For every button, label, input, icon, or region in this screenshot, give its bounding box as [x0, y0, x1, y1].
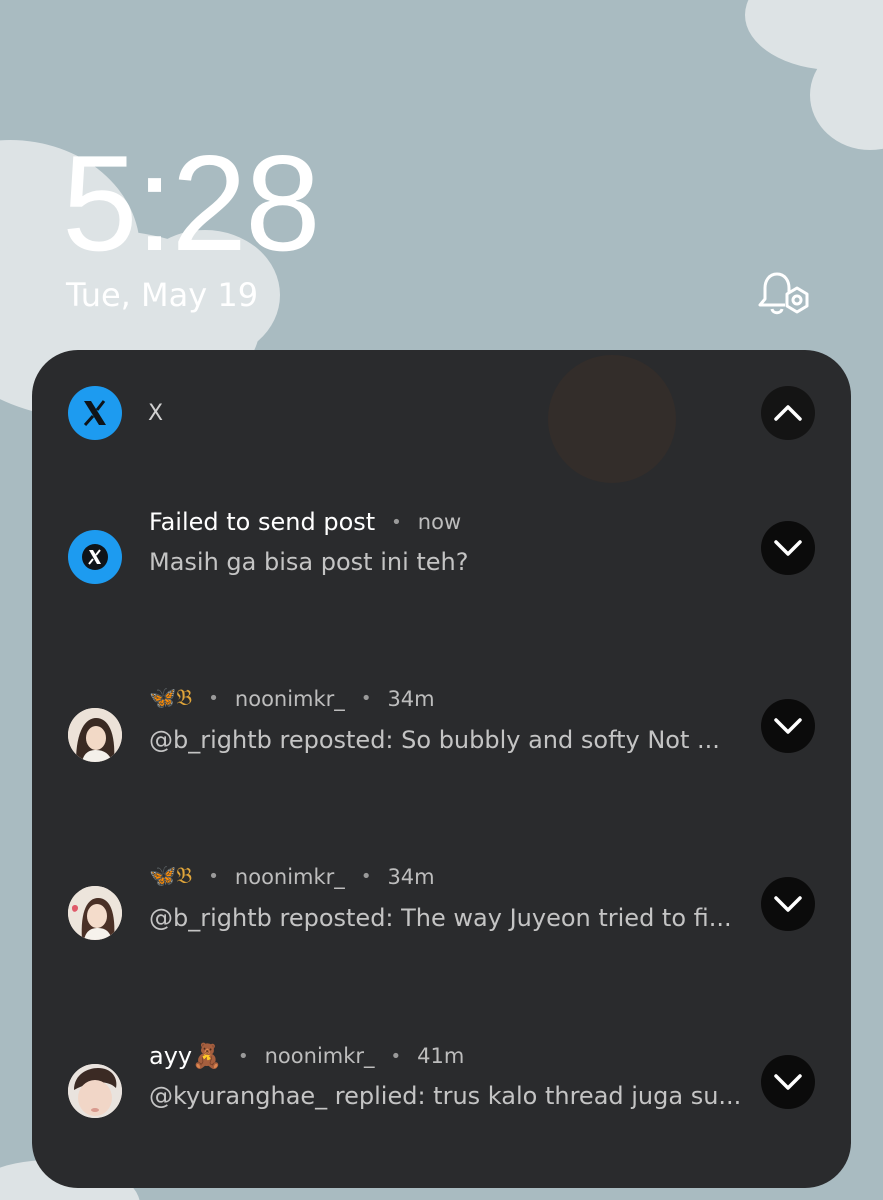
sender-name: 🦋𝔅	[149, 686, 193, 711]
notification-time: 34m	[387, 864, 435, 889]
sender-name: 🦋𝔅	[149, 864, 193, 889]
x-logo-icon	[82, 544, 108, 570]
notification-title: Failed to send post	[149, 508, 376, 536]
notification-body: Masih ga bisa post ini teh?	[149, 548, 469, 576]
app-name: X	[148, 400, 164, 426]
account-handle: noonimkr_	[264, 1044, 375, 1068]
notification-header: ayy🧸 • noonimkr_ • 41m	[149, 1042, 464, 1070]
notification-body: @b_rightb reposted: So bubbly and softy …	[149, 726, 720, 754]
user-avatar	[68, 886, 122, 940]
notification-item[interactable]: ayy🧸 • noonimkr_ • 41m @kyuranghae_ repl…	[68, 1042, 808, 1122]
user-avatar	[68, 708, 122, 762]
separator-dot: •	[238, 1045, 249, 1067]
background-shadow	[548, 355, 676, 483]
separator-dot: •	[391, 511, 402, 533]
chevron-down-icon	[774, 1074, 802, 1090]
separator-dot: •	[360, 688, 372, 709]
expand-notification-button[interactable]	[761, 1055, 815, 1109]
lockscreen-date: Tue, May 19	[66, 276, 259, 314]
notification-group-header[interactable]: X	[68, 386, 164, 440]
separator-dot: •	[390, 1045, 402, 1067]
chevron-down-icon	[774, 896, 802, 912]
separator-dot: •	[208, 866, 219, 887]
collapse-group-button[interactable]	[761, 386, 815, 440]
account-handle: noonimkr_	[234, 864, 345, 889]
separator-dot: •	[208, 688, 219, 709]
separator-dot: •	[360, 866, 372, 887]
account-handle: noonimkr_	[234, 686, 345, 711]
notification-time: 34m	[387, 686, 435, 711]
notification-item[interactable]: Failed to send post • now Masih ga bisa …	[68, 508, 808, 588]
notification-body: @kyuranghae_ replied: trus kalo thread j…	[149, 1082, 742, 1110]
user-avatar	[68, 1064, 122, 1118]
expand-notification-button[interactable]	[761, 699, 815, 753]
notification-item[interactable]: 🦋𝔅 • noonimkr_ • 34m @b_rightb reposted:…	[68, 686, 808, 766]
chevron-down-icon	[774, 718, 802, 734]
x-app-avatar	[68, 530, 122, 584]
notification-time: 41m	[417, 1044, 465, 1068]
notification-item[interactable]: 🦋𝔅 • noonimkr_ • 34m @b_rightb reposted:…	[68, 864, 808, 944]
expand-notification-button[interactable]	[761, 521, 815, 575]
notification-group-x[interactable]: X Failed to send post • now Masih ga bis…	[32, 350, 851, 1188]
notification-header: 🦋𝔅 • noonimkr_ • 34m	[149, 864, 435, 889]
chevron-down-icon	[774, 540, 802, 556]
x-logo-icon	[68, 386, 122, 440]
notification-header: 🦋𝔅 • noonimkr_ • 34m	[149, 686, 435, 711]
lockscreen-clock: 5:28	[62, 127, 321, 279]
notification-header: Failed to send post • now	[149, 508, 461, 536]
expand-notification-button[interactable]	[761, 877, 815, 931]
notification-settings-icon[interactable]	[757, 268, 813, 320]
chevron-up-icon	[774, 405, 802, 421]
notification-body: @b_rightb reposted: The way Juyeon tried…	[149, 904, 732, 932]
notification-time: now	[417, 510, 462, 534]
sender-name: ayy🧸	[149, 1042, 222, 1070]
